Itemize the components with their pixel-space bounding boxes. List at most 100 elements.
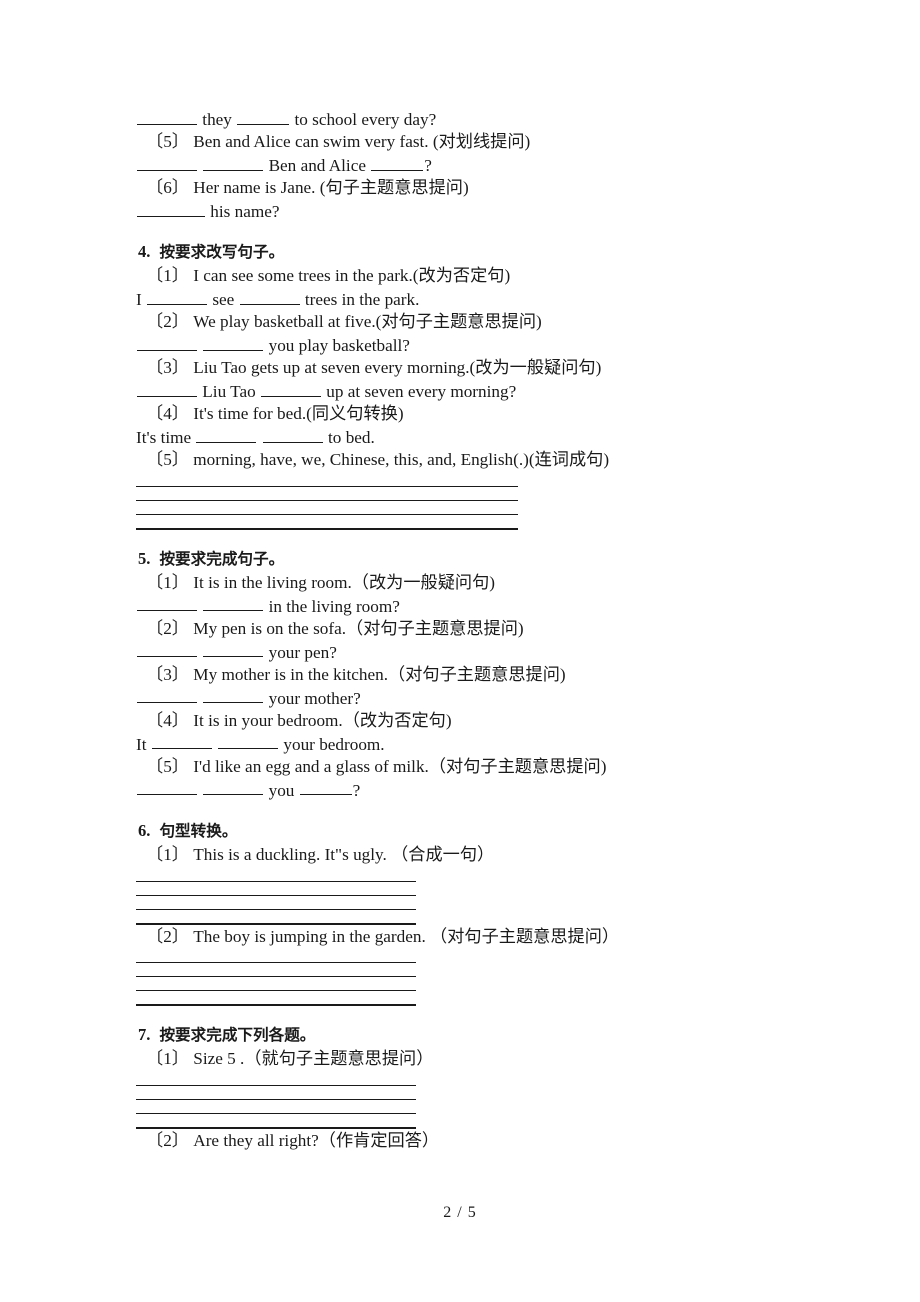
answer-rule[interactable] — [136, 1100, 416, 1114]
answer-mid: see — [212, 289, 235, 309]
fill-blank[interactable] — [237, 108, 290, 125]
fill-blank[interactable] — [137, 779, 197, 796]
answer-rule[interactable] — [136, 501, 518, 515]
section-title: 按要求改写句子。 — [159, 243, 285, 262]
answer-rule[interactable] — [136, 473, 518, 487]
answer-rules[interactable] — [136, 473, 518, 530]
fill-blank[interactable] — [196, 426, 257, 443]
item-prompt: Liu Tao gets up at seven every morning.(… — [193, 358, 602, 378]
item-number: 〔5〕 — [146, 757, 189, 776]
fill-blank[interactable] — [262, 426, 323, 443]
item-number: 〔2〕 — [146, 619, 189, 638]
item-number: 〔1〕 — [146, 266, 189, 286]
fill-blank[interactable] — [137, 641, 197, 658]
answer-rules[interactable] — [136, 949, 416, 1007]
worksheet-content: they to school every day? 〔5〕 Ben and Al… — [136, 108, 796, 1152]
section-heading-7: 7. 按要求完成下列各题。 — [136, 1024, 796, 1046]
section-number: 6. — [138, 821, 151, 840]
item-number: 〔3〕 — [146, 358, 189, 378]
answer-line: I see trees in the park. — [136, 288, 796, 311]
answer-lead: It's time — [136, 427, 192, 447]
fill-blank[interactable] — [203, 154, 264, 171]
answer-tail: trees in the park. — [304, 289, 420, 309]
question-item: 〔1〕 It is in the living room.（改为一般疑问句) — [136, 572, 796, 595]
item-prompt: It is in the living room.（改为一般疑问句) — [193, 573, 496, 592]
section-title: 句型转换。 — [159, 822, 238, 840]
answer-rule[interactable] — [136, 868, 416, 882]
answer-rule[interactable] — [136, 1072, 416, 1086]
item-number: 〔5〕 — [146, 450, 189, 470]
question-item: 〔1〕 I can see some trees in the park.(改为… — [136, 265, 796, 288]
item-number: 〔1〕 — [146, 845, 189, 864]
fill-blank[interactable] — [371, 154, 424, 171]
answer-line: your mother? — [136, 687, 796, 710]
answer-tail: in the living room? — [268, 596, 400, 616]
answer-rules[interactable] — [136, 1072, 416, 1129]
item-number: 〔1〕 — [146, 1049, 189, 1069]
fill-blank[interactable] — [137, 595, 197, 612]
section-number: 5. — [138, 549, 151, 568]
fill-blank[interactable] — [203, 687, 264, 704]
answer-line: in the living room? — [136, 595, 796, 618]
item-prompt: I can see some trees in the park.(改为否定句) — [193, 266, 511, 286]
answer-rule[interactable] — [136, 991, 416, 1007]
answer-rule[interactable] — [136, 1114, 416, 1129]
answer-rule[interactable] — [136, 910, 416, 925]
fill-blank[interactable] — [203, 334, 264, 351]
section-heading-5: 5. 按要求完成句子。 — [136, 548, 796, 570]
item-prompt: It is in your bedroom.（改为否定句) — [193, 711, 452, 730]
question-item: 〔6〕 Her name is Jane. (句子主题意思提问) — [136, 177, 796, 200]
section-number: 7. — [138, 1025, 151, 1045]
answer-rule[interactable] — [136, 896, 416, 910]
item-prompt: It's time for bed.(同义句转换) — [193, 404, 404, 424]
item-number: 〔4〕 — [146, 404, 189, 424]
section-title: 按要求完成下列各题。 — [159, 1026, 316, 1045]
answer-rule[interactable] — [136, 963, 416, 978]
item-prompt: Ben and Alice can swim very fast. (对划线提问… — [193, 132, 531, 152]
answer-line: you play basketball? — [136, 334, 796, 357]
section-number: 4. — [138, 242, 151, 262]
section-title: 按要求完成句子。 — [159, 550, 285, 568]
item-prompt: Are they all right?（作肯定回答） — [193, 1130, 440, 1150]
fill-blank[interactable] — [203, 641, 264, 658]
carryover-mid: they — [202, 109, 232, 129]
section-heading-6: 6. 句型转换。 — [136, 820, 796, 842]
answer-tail: your pen? — [268, 642, 337, 662]
answer-rule[interactable] — [136, 977, 416, 992]
answer-rule[interactable] — [136, 487, 518, 501]
fill-blank[interactable] — [137, 380, 197, 397]
answer-line: Ben and Alice ? — [136, 154, 796, 177]
answer-line: Liu Tao up at seven every morning? — [136, 380, 796, 403]
item-number: 〔6〕 — [146, 178, 189, 198]
fill-blank[interactable] — [137, 200, 205, 217]
answer-tail: to bed. — [328, 427, 375, 447]
answer-rule[interactable] — [136, 1086, 416, 1100]
answer-mid: Liu Tao — [202, 381, 256, 401]
answer-tail: you play basketball? — [268, 335, 410, 355]
question-item: 〔1〕 This is a duckling. It"s ugly. （合成一句… — [136, 844, 796, 867]
fill-blank[interactable] — [203, 779, 264, 796]
fill-blank[interactable] — [203, 595, 264, 612]
fill-blank[interactable] — [137, 154, 197, 171]
page-number: 2 / 5 — [443, 1204, 477, 1221]
fill-blank[interactable] — [147, 288, 208, 305]
fill-blank[interactable] — [151, 733, 212, 750]
item-number: 〔4〕 — [146, 711, 189, 730]
answer-rules[interactable] — [136, 868, 416, 925]
answer-tail: you — [268, 780, 295, 800]
item-prompt: morning, have, we, Chinese, this, and, E… — [193, 450, 610, 470]
fill-blank[interactable] — [239, 288, 300, 305]
fill-blank[interactable] — [137, 108, 197, 125]
item-number: 〔2〕 — [146, 312, 189, 332]
fill-blank[interactable] — [260, 380, 321, 397]
fill-blank[interactable] — [137, 334, 197, 351]
answer-rule[interactable] — [136, 515, 518, 530]
fill-blank[interactable] — [137, 687, 197, 704]
fill-blank[interactable] — [299, 779, 352, 796]
fill-blank[interactable] — [218, 733, 279, 750]
answer-tail: Ben and Alice — [268, 155, 366, 175]
answer-rule[interactable] — [136, 882, 416, 896]
answer-rule[interactable] — [136, 949, 416, 964]
item-prompt: The boy is jumping in the garden. （对句子主题… — [193, 926, 620, 946]
answer-line: his name? — [136, 200, 796, 223]
